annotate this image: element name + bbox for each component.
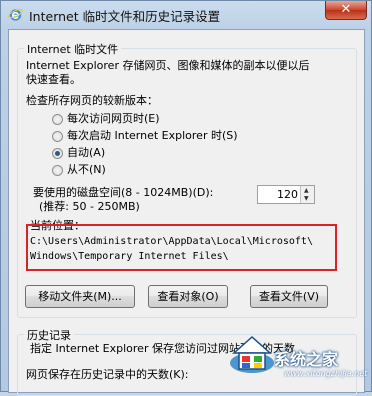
history-legend: 历史记录 xyxy=(24,327,74,343)
window-title: Internet 临时文件和历史记录设置 xyxy=(29,9,221,24)
disk-space-recommend: (推荐: 50 - 250MB) xyxy=(39,200,140,213)
view-objects-button[interactable]: 查看对象(O) xyxy=(148,285,228,308)
internet-explorer-icon xyxy=(8,8,23,21)
move-folder-button[interactable]: 移动文件夹(M)... xyxy=(25,285,135,308)
watermark-text: 系统之家 xyxy=(274,350,339,369)
close-button[interactable]: ✕ xyxy=(325,1,367,20)
temp-files-legend: Internet 临时文件 xyxy=(24,41,122,57)
radio-every-start[interactable] xyxy=(52,131,63,142)
temp-files-description-1: Internet Explorer 存储网页、图像和媒体的副本以便以后 xyxy=(26,59,310,72)
close-icon: ✕ xyxy=(340,2,352,17)
site-watermark: 系统之家 www.xitongzhijia.net xyxy=(226,321,371,389)
radio-every-visit-label[interactable]: 每次访问网页时(E) xyxy=(67,112,160,126)
settings-dialog: Internet 临时文件和历史记录设置 ✕ Internet 临时文件 Int… xyxy=(0,0,372,396)
spinner-arrows[interactable]: ▲ ▼ xyxy=(300,186,314,203)
watermark-url: www.xitongzhijia.net xyxy=(284,369,368,378)
radio-automatic[interactable] xyxy=(52,148,63,159)
temp-files-description-2: 快速查看。 xyxy=(26,73,81,86)
title-bar[interactable]: Internet 临时文件和历史记录设置 ✕ xyxy=(1,1,371,30)
spinner-down-icon[interactable]: ▼ xyxy=(304,195,309,202)
disk-space-value[interactable]: 120 xyxy=(277,188,298,201)
radio-automatic-label[interactable]: 自动(A) xyxy=(67,146,105,160)
temp-files-group: Internet 临时文件 xyxy=(17,41,357,318)
highlight-box xyxy=(26,224,337,271)
history-days-label: 网页保存在历史记录中的天数(K): xyxy=(26,368,189,381)
radio-every-start-label[interactable]: 每次启动 Internet Explorer 时(S) xyxy=(67,129,238,143)
disk-space-spinner[interactable]: 120 ▲ ▼ xyxy=(257,185,315,204)
radio-every-visit[interactable] xyxy=(52,114,63,125)
radio-never-label[interactable]: 从不(N) xyxy=(67,163,106,177)
disk-space-label: 要使用的磁盘空间(8 - 1024MB)(D): xyxy=(33,186,214,199)
radio-never[interactable] xyxy=(52,165,63,176)
spinner-up-icon[interactable]: ▲ xyxy=(304,187,309,194)
view-files-button[interactable]: 查看文件(V) xyxy=(250,285,328,308)
check-versions-label: 检查所存网页的较新版本： xyxy=(26,94,158,107)
house-logo-icon xyxy=(230,335,274,373)
